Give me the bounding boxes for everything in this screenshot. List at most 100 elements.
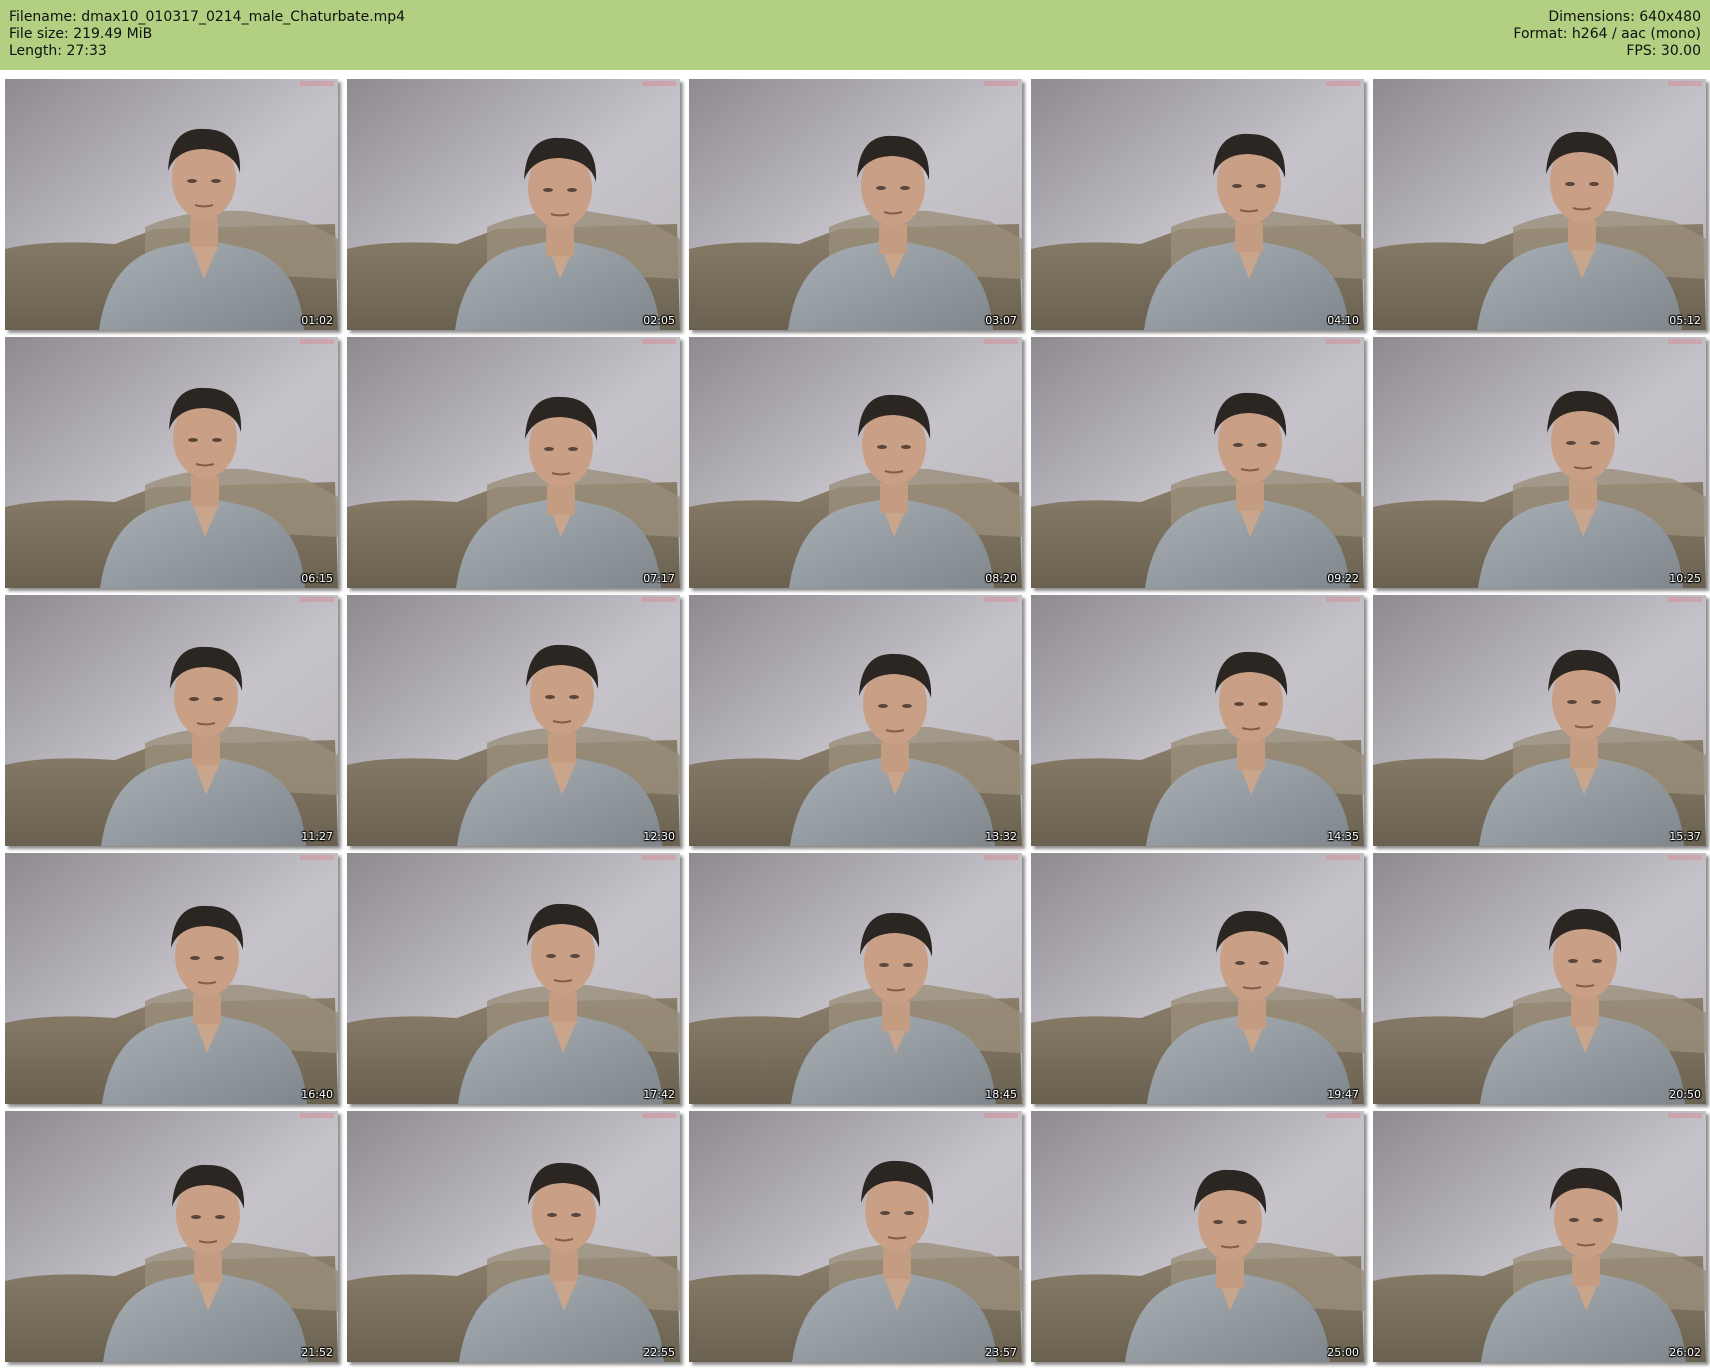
thumbnail: 20:50 [1373, 853, 1706, 1104]
video-frame [689, 1111, 1022, 1362]
thumbnail: 18:45 [689, 853, 1022, 1104]
watermark [984, 597, 1018, 602]
watermark [1668, 597, 1702, 602]
timestamp-label: 15:37 [1669, 830, 1701, 843]
timestamp-label: 01:02 [301, 314, 333, 327]
thumbnail: 15:37 [1373, 595, 1706, 846]
timestamp-label: 18:45 [985, 1088, 1017, 1101]
video-frame [5, 337, 338, 588]
timestamp-label: 12:30 [643, 830, 675, 843]
video-frame [5, 595, 338, 846]
filesize-label: File size: 219.49 MiB [9, 26, 153, 42]
video-frame [1031, 337, 1364, 588]
thumbnail: 05:12 [1373, 79, 1706, 330]
watermark [1668, 339, 1702, 344]
thumbnail: 17:42 [347, 853, 680, 1104]
watermark [1326, 597, 1360, 602]
timestamp-label: 08:20 [985, 572, 1017, 585]
thumbnail: 16:40 [5, 853, 338, 1104]
timestamp-label: 05:12 [1669, 314, 1701, 327]
video-frame [1031, 853, 1364, 1104]
info-header: Filename: dmax10_010317_0214_male_Chatur… [0, 0, 1710, 70]
thumbnail: 06:15 [5, 337, 338, 588]
length-label: Length: 27:33 [9, 43, 107, 59]
thumbnail: 01:02 [5, 79, 338, 330]
watermark [642, 81, 676, 86]
thumbnail: 04:10 [1031, 79, 1364, 330]
video-frame [347, 853, 680, 1104]
watermark [642, 339, 676, 344]
thumbnail: 09:22 [1031, 337, 1364, 588]
thumbnail: 02:05 [347, 79, 680, 330]
file-info-left: Filename: dmax10_010317_0214_male_Chatur… [9, 9, 405, 60]
video-frame [689, 853, 1022, 1104]
file-info-right: Dimensions: 640x480 Format: h264 / aac (… [1513, 9, 1701, 60]
watermark [1326, 81, 1360, 86]
video-frame [1373, 853, 1706, 1104]
timestamp-label: 03:07 [985, 314, 1017, 327]
watermark [984, 1113, 1018, 1118]
timestamp-label: 04:10 [1327, 314, 1359, 327]
watermark [642, 597, 676, 602]
fps-label: FPS: 30.00 [1626, 43, 1701, 59]
thumbnail: 11:27 [5, 595, 338, 846]
watermark [984, 81, 1018, 86]
video-frame [689, 337, 1022, 588]
timestamp-label: 19:47 [1327, 1088, 1359, 1101]
timestamp-label: 06:15 [301, 572, 333, 585]
watermark [1326, 855, 1360, 860]
video-frame [1373, 337, 1706, 588]
thumbnail: 12:30 [347, 595, 680, 846]
timestamp-label: 14:35 [1327, 830, 1359, 843]
watermark [984, 855, 1018, 860]
timestamp-label: 16:40 [301, 1088, 333, 1101]
watermark [300, 339, 334, 344]
watermark [1326, 339, 1360, 344]
video-frame [1031, 79, 1364, 330]
timestamp-label: 25:00 [1327, 1346, 1359, 1359]
watermark [1326, 1113, 1360, 1118]
timestamp-label: 26:02 [1669, 1346, 1701, 1359]
watermark [1668, 1113, 1702, 1118]
video-frame [1031, 595, 1364, 846]
thumbnail: 21:52 [5, 1111, 338, 1362]
timestamp-label: 20:50 [1669, 1088, 1701, 1101]
thumbnail: 26:02 [1373, 1111, 1706, 1362]
video-frame [1373, 1111, 1706, 1362]
video-frame [347, 337, 680, 588]
video-frame [347, 1111, 680, 1362]
thumbnail: 07:17 [347, 337, 680, 588]
watermark [300, 1113, 334, 1118]
dimensions-label: Dimensions: 640x480 [1548, 9, 1701, 25]
watermark [1668, 81, 1702, 86]
video-frame [1031, 1111, 1364, 1362]
timestamp-label: 22:55 [643, 1346, 675, 1359]
thumbnail: 23:57 [689, 1111, 1022, 1362]
timestamp-label: 17:42 [643, 1088, 675, 1101]
video-frame [5, 1111, 338, 1362]
timestamp-label: 13:32 [985, 830, 1017, 843]
watermark [984, 339, 1018, 344]
watermark [300, 597, 334, 602]
thumbnail: 03:07 [689, 79, 1022, 330]
thumbnail: 19:47 [1031, 853, 1364, 1104]
watermark [642, 1113, 676, 1118]
thumbnail: 13:32 [689, 595, 1022, 846]
video-frame [689, 79, 1022, 330]
thumbnail: 14:35 [1031, 595, 1364, 846]
filename-label: Filename: dmax10_010317_0214_male_Chatur… [9, 9, 406, 25]
watermark [300, 81, 334, 86]
video-frame [1373, 595, 1706, 846]
timestamp-label: 09:22 [1327, 572, 1359, 585]
video-frame [5, 79, 338, 330]
format-label: Format: h264 / aac (mono) [1513, 26, 1701, 42]
timestamp-label: 21:52 [301, 1346, 333, 1359]
timestamp-label: 23:57 [985, 1346, 1017, 1359]
watermark [642, 855, 676, 860]
thumbnail: 08:20 [689, 337, 1022, 588]
watermark [300, 855, 334, 860]
video-frame [689, 595, 1022, 846]
watermark [1668, 855, 1702, 860]
thumbnail: 22:55 [347, 1111, 680, 1362]
thumbnail: 25:00 [1031, 1111, 1364, 1362]
